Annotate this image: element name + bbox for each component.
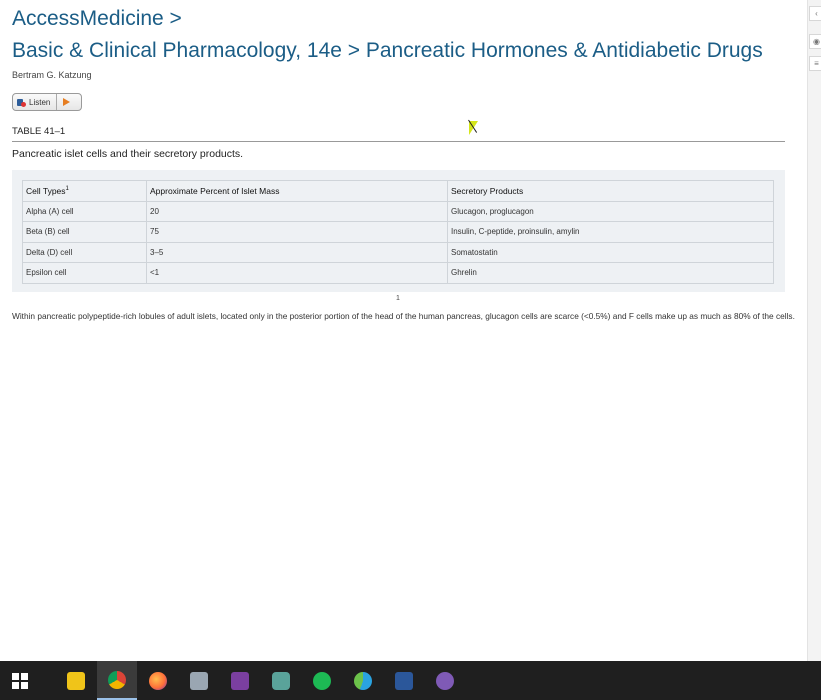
footnote-number: 1 [396, 295, 400, 302]
onenote-icon [231, 671, 249, 690]
secretory-products: Ghrelin [447, 262, 774, 284]
chrome-icon [108, 670, 126, 689]
listen-divider [56, 94, 58, 110]
footnote-mark[interactable]: 1 [66, 186, 69, 192]
edge-button[interactable] [343, 661, 383, 700]
edge-icon [354, 671, 372, 690]
firefox-icon [149, 671, 167, 690]
taskbar [0, 661, 821, 700]
emacs-button[interactable] [425, 661, 465, 700]
percent-value: 75 [146, 221, 448, 243]
cell-type: Delta (D) cell [22, 241, 147, 263]
secretory-products: Somatostatin [447, 241, 774, 263]
cell-type: Beta (B) cell [22, 221, 147, 243]
spotify-icon [313, 671, 331, 690]
notes-icon[interactable]: ≡ [809, 56, 821, 71]
chevron-left-icon[interactable]: ‹ [809, 6, 821, 21]
speaker-icon [17, 98, 26, 107]
header-secretory-products: Secretory Products [447, 180, 774, 202]
file-explorer-icon [67, 671, 85, 690]
word-icon [395, 671, 413, 690]
table-label: TABLE 41–1 [12, 126, 66, 137]
table-row: Epsilon cell <1 Ghrelin [22, 262, 774, 284]
breadcrumb-chapter-link[interactable]: Basic & Clinical Pharmacology, 14e > Pan… [12, 38, 763, 64]
listen-label: Listen [29, 97, 51, 107]
emacs-icon [436, 671, 454, 690]
table-caption: Pancreatic islet cells and their secreto… [12, 148, 244, 160]
firefox-button[interactable] [138, 661, 178, 700]
breadcrumb-site-link[interactable]: AccessMedicine > [12, 6, 182, 32]
table-row: Delta (D) cell 3–5 Somatostatin [22, 241, 774, 263]
author-name: Bertram G. Katzung [12, 70, 92, 80]
header-cell-types: Cell Types1 [22, 180, 147, 202]
play-icon[interactable] [63, 98, 71, 106]
header-percent-mass: Approximate Percent of Islet Mass [146, 180, 448, 202]
percent-value: 3–5 [146, 241, 448, 263]
table-row: Alpha (A) cell 20 Glucagon, proglucagon [22, 200, 774, 222]
chrome-button[interactable] [97, 661, 137, 700]
windows-start-icon [12, 672, 28, 689]
content-page: AccessMedicine > Basic & Clinical Pharma… [0, 0, 807, 661]
divider [12, 141, 785, 142]
islet-cells-table: Cell Types1 Approximate Percent of Islet… [22, 180, 774, 284]
percent-value: 20 [146, 200, 448, 222]
percent-value: <1 [146, 262, 448, 284]
table-header-row: Cell Types1 Approximate Percent of Islet… [22, 180, 774, 202]
right-side-panel: ‹ ◉ ≡ [807, 0, 821, 661]
file-explorer-button[interactable] [56, 661, 96, 700]
eye-icon[interactable]: ◉ [809, 34, 821, 49]
onenote-button[interactable] [220, 661, 260, 700]
cell-type: Epsilon cell [22, 262, 147, 284]
start-button[interactable] [0, 661, 40, 700]
footnote-text: Within pancreatic polypeptide-rich lobul… [12, 311, 795, 321]
secretory-products: Glucagon, proglucagon [447, 200, 774, 222]
table-container: Cell Types1 Approximate Percent of Islet… [12, 170, 785, 292]
word-button[interactable] [384, 661, 424, 700]
settings-app-button[interactable] [261, 661, 301, 700]
settings-app-icon [272, 671, 290, 690]
listen-button[interactable]: Listen [12, 93, 82, 111]
table-row: Beta (B) cell 75 Insulin, C-peptide, pro… [22, 221, 774, 243]
app-button[interactable] [179, 661, 219, 700]
mouse-cursor-icon [469, 121, 478, 135]
app-icon [190, 671, 208, 690]
spotify-button[interactable] [302, 661, 342, 700]
cell-type: Alpha (A) cell [22, 200, 147, 222]
secretory-products: Insulin, C-peptide, proinsulin, amylin [447, 221, 774, 243]
